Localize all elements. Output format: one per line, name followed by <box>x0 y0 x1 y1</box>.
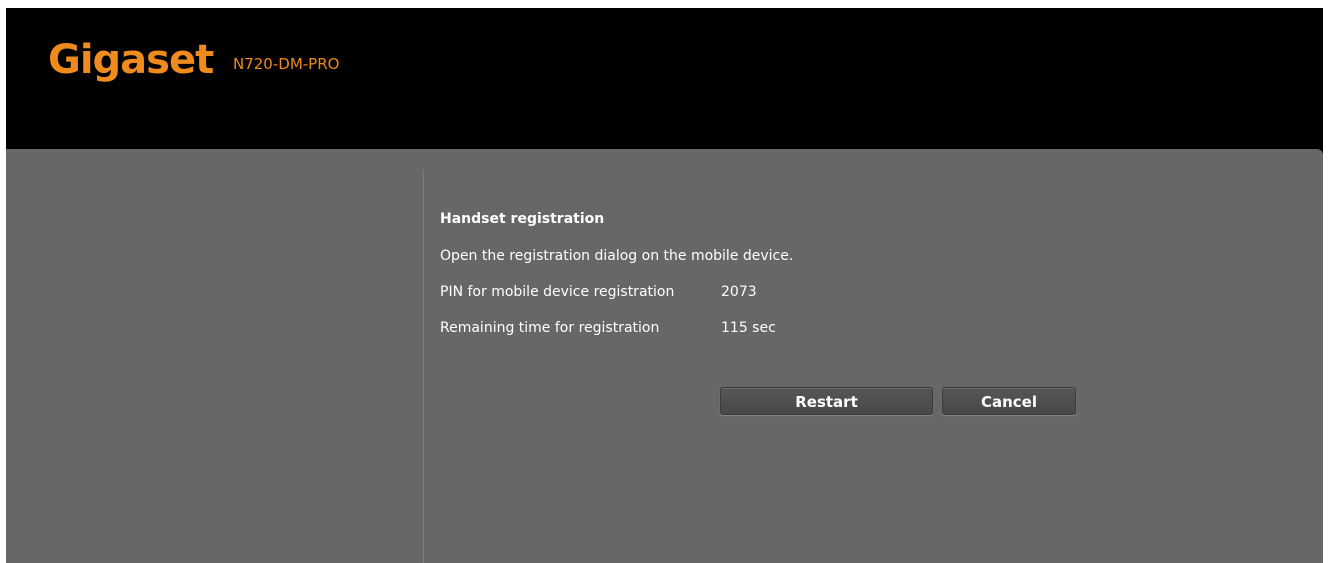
registration-content: Handset registration Open the registrati… <box>440 149 1300 563</box>
pin-label: PIN for mobile device registration <box>440 284 675 300</box>
gigaset-logo: Gigaset <box>48 37 214 83</box>
device-model-label: N720-DM-PRO <box>233 55 340 73</box>
restart-button[interactable]: Restart <box>720 387 933 415</box>
pin-value: 2073 <box>721 284 757 300</box>
panel-divider <box>423 170 424 563</box>
remaining-time-label: Remaining time for registration <box>440 320 660 336</box>
header-bar: Gigaset N720-DM-PRO <box>6 8 1323 149</box>
registration-instruction: Open the registration dialog on the mobi… <box>440 248 794 264</box>
app-window: Gigaset N720-DM-PRO Handset registration… <box>6 8 1323 563</box>
remaining-time-value: 115 sec <box>721 320 776 336</box>
page-title: Handset registration <box>440 211 605 227</box>
main-panel: Handset registration Open the registrati… <box>6 149 1323 563</box>
cancel-button[interactable]: Cancel <box>942 387 1076 415</box>
